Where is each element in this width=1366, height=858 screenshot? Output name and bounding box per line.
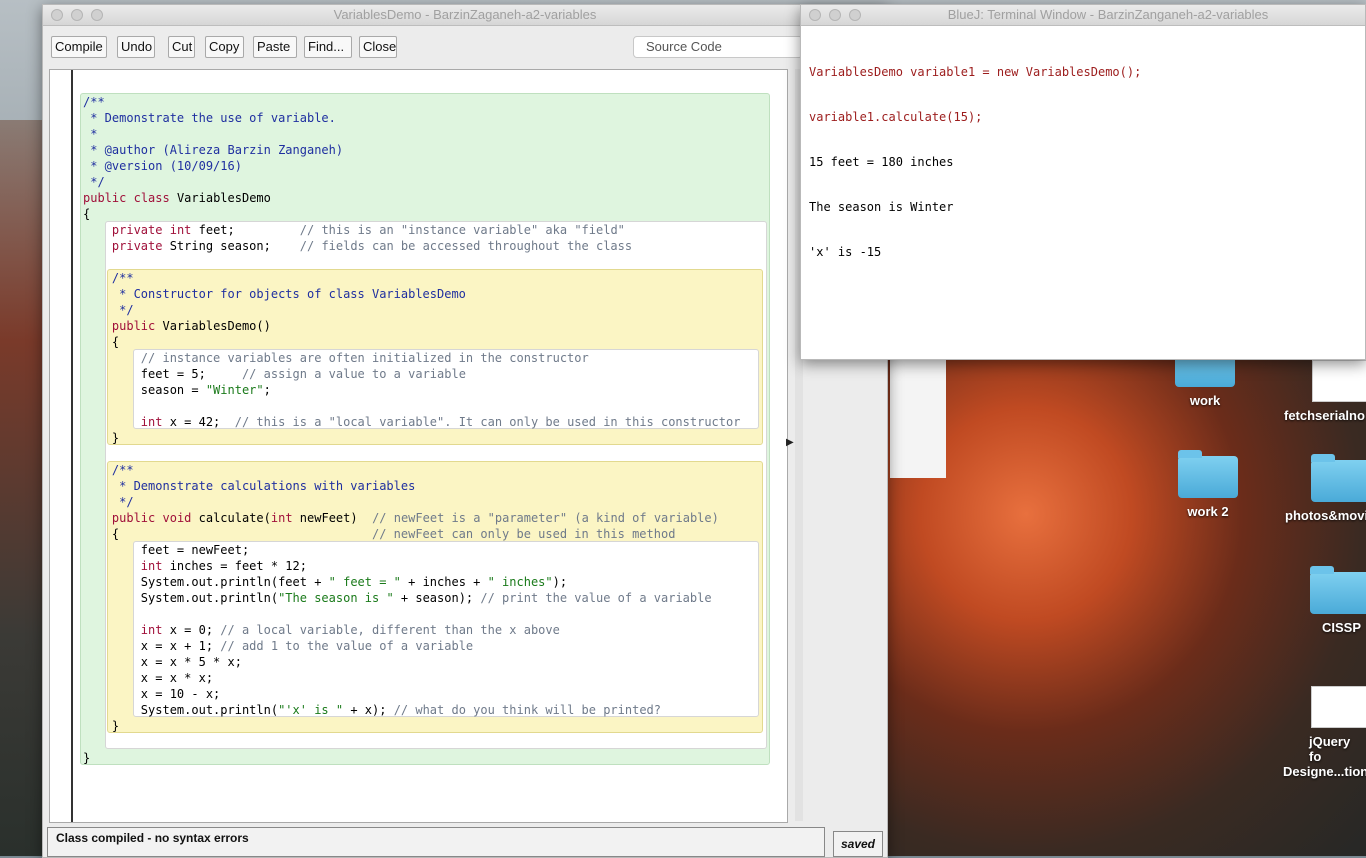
desktop-icon-label-line2: Designe...tion.: [1283, 764, 1366, 779]
background-rock: [0, 120, 44, 856]
terminal-output-line: 'x' is -15: [809, 245, 882, 259]
code-line: /**: [83, 463, 134, 477]
desktop-icon-label: work 2: [1187, 504, 1229, 519]
code-line: public class VariablesDemo: [83, 191, 271, 205]
code-line: x = x + 1; // add 1 to the value of a va…: [83, 639, 474, 653]
code-line: *: [83, 127, 98, 141]
code-line: feet = newFeet;: [83, 543, 250, 557]
code-line: * @author (Alireza Barzin Zanganeh): [83, 143, 344, 157]
code-line: System.out.println("The season is " + se…: [83, 591, 712, 605]
desktop-icon-label: CISSP: [1322, 620, 1362, 635]
code-line: int inches = feet * 12;: [140, 559, 307, 573]
minimize-window-icon[interactable]: [829, 9, 841, 21]
code-line: }: [83, 719, 120, 733]
cut-button[interactable]: Cut: [168, 36, 195, 58]
code-line: int x = 0; // a local variable, differen…: [140, 623, 560, 637]
code-line: private int feet; // this is an "instanc…: [111, 223, 625, 237]
editor-titlebar[interactable]: VariablesDemo - BarzinZaganeh-a2-variabl…: [43, 5, 887, 26]
close-button[interactable]: Close: [359, 36, 397, 58]
terminal-command-line: variable1.calculate(15);: [809, 110, 983, 124]
code-line: System.out.println(feet + " feet = " + i…: [83, 575, 568, 589]
code-line: x = x * 5 * x;: [83, 655, 242, 669]
document-thumbnail-icon: [1312, 360, 1366, 402]
folder-icon: [1178, 450, 1238, 498]
code-line: /**: [83, 95, 105, 109]
find-button[interactable]: Find...: [304, 36, 352, 58]
paste-button[interactable]: Paste: [253, 36, 297, 58]
folder-icon: [1310, 566, 1366, 614]
code-line: int x = 42; // this is a "local variable…: [140, 415, 741, 429]
desktop-icon-photos-movie[interactable]: photos&movie: [1285, 454, 1366, 523]
view-mode-select[interactable]: Source Code: [633, 36, 803, 58]
editor-window: VariablesDemo - BarzinZaganeh-a2-variabl…: [42, 4, 888, 858]
background-window-edge: [890, 360, 946, 478]
code-line: * Constructor for objects of class Varia…: [83, 287, 466, 301]
zoom-window-icon[interactable]: [849, 9, 861, 21]
code-line: */: [83, 175, 105, 189]
compile-button[interactable]: Compile: [51, 36, 107, 58]
code-line: public VariablesDemo(): [111, 319, 271, 333]
zoom-window-icon[interactable]: [91, 9, 103, 21]
terminal-output[interactable]: VariablesDemo variable1 = new VariablesD…: [809, 35, 1141, 290]
terminal-output-line: 15 feet = 180 inches: [809, 155, 954, 169]
code-line: */: [83, 495, 134, 509]
code-line: public void calculate(int newFeet) // ne…: [111, 511, 719, 525]
desktop-icon-jquery-book[interactable]: jQuery fo Designe...tion.: [1283, 686, 1366, 779]
code-line: System.out.println("'x' is " + x); // wh…: [83, 703, 661, 717]
terminal-titlebar[interactable]: BlueJ: Terminal Window - BarzinZanganeh-…: [801, 5, 1365, 26]
code-line: }: [83, 431, 120, 445]
terminal-window: BlueJ: Terminal Window - BarzinZanganeh-…: [800, 4, 1366, 360]
code-line: * Demonstrate the use of variable.: [83, 111, 336, 125]
code-line: x = x * x;: [83, 671, 214, 685]
code-line: * Demonstrate calculations with variable…: [83, 479, 416, 493]
code-line: * @version (10/09/16): [83, 159, 242, 173]
folder-icon: [1311, 454, 1366, 502]
code-line: feet = 5; // assign a value to a variabl…: [83, 367, 466, 381]
code-line: // instance variables are often initiali…: [140, 351, 589, 365]
code-line: x = 10 - x;: [83, 687, 221, 701]
code-line: {: [83, 335, 120, 349]
code-line: }: [83, 751, 91, 765]
gutter-divider: [71, 70, 73, 822]
status-bar: Class compiled - no syntax errors: [47, 827, 825, 857]
document-thumbnail-icon: [1311, 686, 1366, 728]
code-line: */: [83, 303, 134, 317]
desktop-icon-cissp[interactable]: CISSP: [1300, 566, 1366, 635]
code-line: /**: [83, 271, 134, 285]
desktop-icon-label: photos&movie: [1285, 508, 1366, 523]
source-code-editor[interactable]: /** * Demonstrate the use of variable. *…: [49, 69, 788, 823]
code-line: {: [83, 207, 91, 221]
desktop-icon-fetchserialno[interactable]: fetchserialno: [1284, 360, 1366, 423]
copy-button[interactable]: Copy: [205, 36, 244, 58]
minimize-window-icon[interactable]: [71, 9, 83, 21]
code-line: season = "Winter";: [83, 383, 271, 397]
terminal-output-line: The season is Winter: [809, 200, 954, 214]
terminal-command-line: VariablesDemo variable1 = new VariablesD…: [809, 65, 1142, 79]
editor-window-title: VariablesDemo - BarzinZaganeh-a2-variabl…: [333, 7, 597, 22]
terminal-window-title: BlueJ: Terminal Window - BarzinZanganeh-…: [947, 7, 1269, 22]
desktop-icon-label: jQuery fo: [1309, 734, 1351, 764]
collapse-arrow-icon[interactable]: ▶: [786, 437, 794, 448]
undo-button[interactable]: Undo: [117, 36, 155, 58]
desktop-icon-work-2[interactable]: work 2: [1153, 450, 1263, 519]
close-window-icon[interactable]: [809, 9, 821, 21]
saved-indicator: saved: [833, 831, 883, 857]
code-line: private String season; // fields can be …: [111, 239, 633, 253]
desktop-icon-label: fetchserialno: [1284, 408, 1365, 423]
desktop-icon-label: work: [1189, 393, 1221, 408]
close-window-icon[interactable]: [51, 9, 63, 21]
code-line: { // newFeet can only be used in this me…: [83, 527, 676, 541]
